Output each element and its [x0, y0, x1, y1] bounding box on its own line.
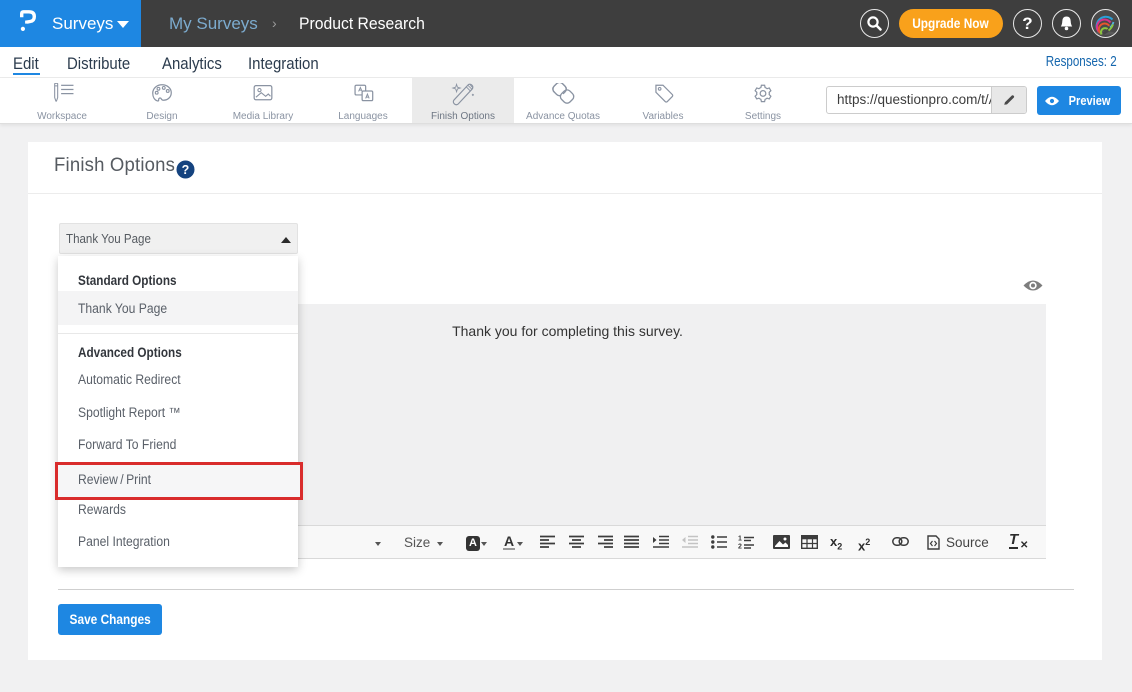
svg-text:2: 2: [738, 544, 742, 550]
svg-text:?: ?: [182, 163, 190, 177]
svg-text:1: 1: [738, 536, 742, 543]
